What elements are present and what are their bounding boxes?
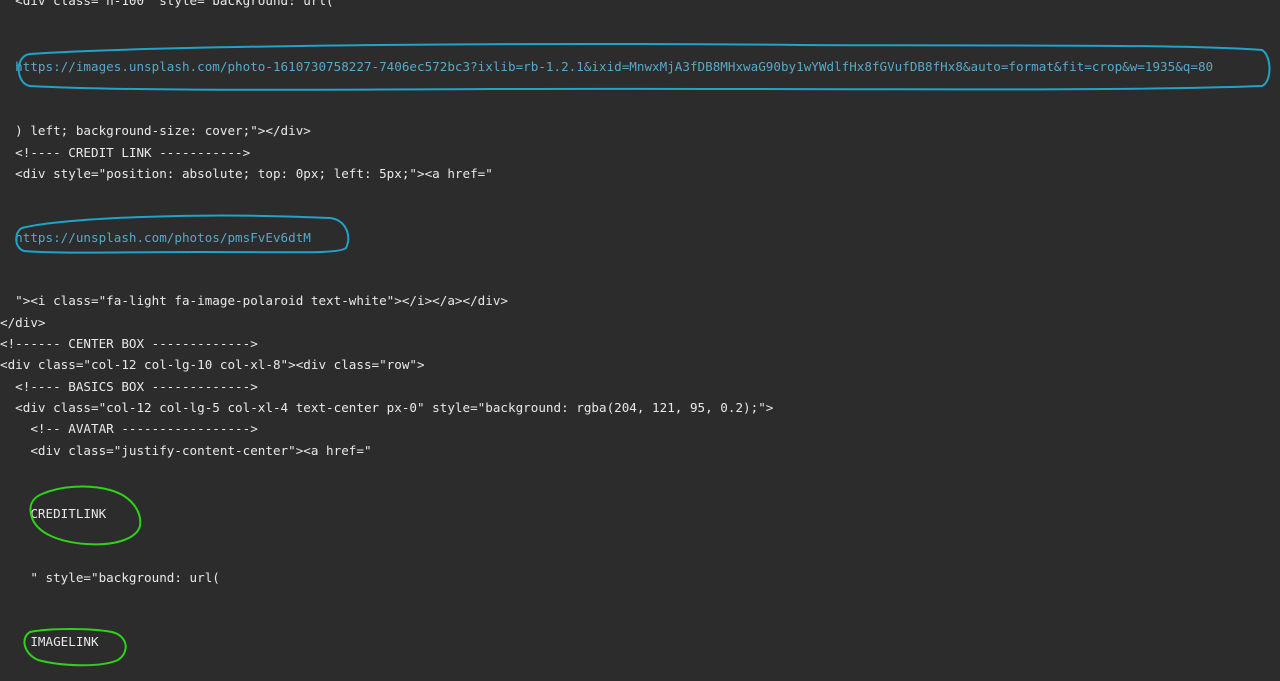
code-line: " style="background: url(: [0, 570, 220, 585]
code-comment-line: <!------ CENTER BOX ------------->: [0, 336, 258, 351]
code-line: <div class="col-12 col-lg-10 col-xl-8"><…: [0, 357, 425, 372]
code-line: </div>: [0, 315, 46, 330]
creditlink-placeholder-line: CREDITLINK: [0, 506, 107, 521]
code-line: <div class="h-100" style="background: ur…: [0, 0, 334, 8]
code-line: ) left; background-size: cover;"></div>: [0, 123, 311, 138]
code-line: <div class="col-12 col-lg-5 col-xl-4 tex…: [0, 400, 774, 415]
code-viewer: <div class="h-100" style="background: ur…: [0, 0, 1280, 681]
code-line: <div style="position: absolute; top: 0px…: [0, 166, 493, 181]
code-comment-line: <!---- BASICS BOX ------------->: [0, 379, 258, 394]
code-line: <div class="justify-content-center"><a h…: [0, 443, 372, 458]
code-line: "><i class="fa-light fa-image-polaroid t…: [0, 293, 508, 308]
image-url-line[interactable]: https://images.unsplash.com/photo-161073…: [0, 59, 1213, 75]
code-comment-line: <!---- CREDIT LINK ----------->: [0, 145, 251, 160]
code-comment-line: <!-- AVATAR ----------------->: [0, 421, 258, 436]
imagelink-placeholder-line: IMAGELINK: [0, 634, 99, 649]
credit-url-line[interactable]: https://unsplash.com/photos/pmsFvEv6dtM: [0, 230, 311, 246]
